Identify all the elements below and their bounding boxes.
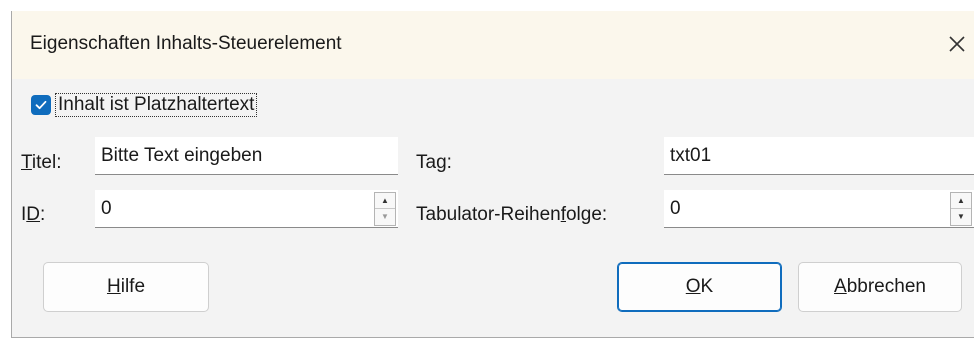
title-label: Titel:: [21, 152, 61, 174]
dialog-titlebar: Eigenschaften Inhalts-Steuerelement: [12, 11, 974, 79]
id-spin-down-button[interactable]: ▼: [375, 208, 395, 225]
id-label: ID:: [21, 204, 45, 226]
cancel-button-label: Abbrechen: [834, 276, 926, 298]
tab-order-label: Tabulator-Reihenfolge:: [416, 204, 607, 226]
title-input[interactable]: Bitte Text eingeben: [95, 137, 398, 175]
title-input-value: Bitte Text eingeben: [101, 144, 263, 166]
tab-order-label-pre: Tabulator-Reihen: [416, 204, 561, 225]
placeholder-checkbox-row[interactable]: Inhalt ist Platzhaltertext: [31, 93, 258, 117]
tag-label-mnemonic: g: [436, 152, 447, 173]
dialog-title: Eigenschaften Inhalts-Steuerelement: [30, 33, 342, 54]
checkmark-icon: [35, 100, 47, 110]
triangle-down-icon: ▼: [381, 212, 389, 222]
cancel-button-label-rest: bbrechen: [846, 276, 926, 297]
tag-input[interactable]: txt01: [664, 137, 974, 175]
close-icon: [949, 36, 965, 52]
tab-order-label-rest: olge:: [565, 204, 608, 225]
content-control-properties-dialog: Eigenschaften Inhalts-Steuerelement Inha…: [11, 11, 974, 338]
ok-button-mnemonic: O: [685, 276, 701, 297]
triangle-down-icon: ▼: [957, 212, 965, 222]
triangle-up-icon: ▲: [381, 195, 389, 205]
title-label-mnemonic: T: [21, 152, 32, 173]
id-input[interactable]: 0 ▲ ▼: [95, 190, 398, 228]
ok-button-label-rest: K: [700, 276, 714, 297]
help-button[interactable]: Hilfe: [43, 262, 209, 312]
id-input-value: 0: [101, 197, 112, 219]
cancel-button[interactable]: Abbrechen: [798, 262, 962, 312]
id-label-mnemonic: D: [26, 204, 41, 225]
help-button-label: Hilfe: [107, 276, 145, 298]
id-label-rest: :: [40, 204, 46, 225]
tab-order-input-value: 0: [670, 197, 681, 219]
help-button-label-rest: ilfe: [120, 276, 146, 297]
placeholder-checkbox-label[interactable]: Inhalt ist Platzhaltertext: [55, 93, 258, 117]
tab-order-spin-up-button[interactable]: ▲: [951, 192, 971, 208]
title-label-rest: itel:: [31, 152, 62, 173]
triangle-up-icon: ▲: [957, 195, 965, 205]
close-button[interactable]: [940, 27, 974, 61]
tag-label: Tag:: [416, 152, 452, 174]
id-spinner[interactable]: ▲ ▼: [374, 191, 396, 226]
tab-order-spinner[interactable]: ▲ ▼: [950, 191, 972, 226]
tag-label-rest: :: [446, 152, 452, 173]
tag-input-value: txt01: [670, 144, 712, 166]
tab-order-input[interactable]: 0 ▲ ▼: [664, 190, 974, 228]
ok-button-label: OK: [686, 276, 713, 298]
tag-label-pre: Ta: [416, 152, 437, 173]
cancel-button-mnemonic: A: [834, 276, 847, 297]
placeholder-checkbox[interactable]: [31, 95, 51, 115]
help-button-mnemonic: H: [106, 276, 121, 297]
tab-order-spin-down-button[interactable]: ▼: [951, 208, 971, 225]
id-spin-up-button[interactable]: ▲: [375, 192, 395, 208]
ok-button[interactable]: OK: [617, 262, 782, 312]
